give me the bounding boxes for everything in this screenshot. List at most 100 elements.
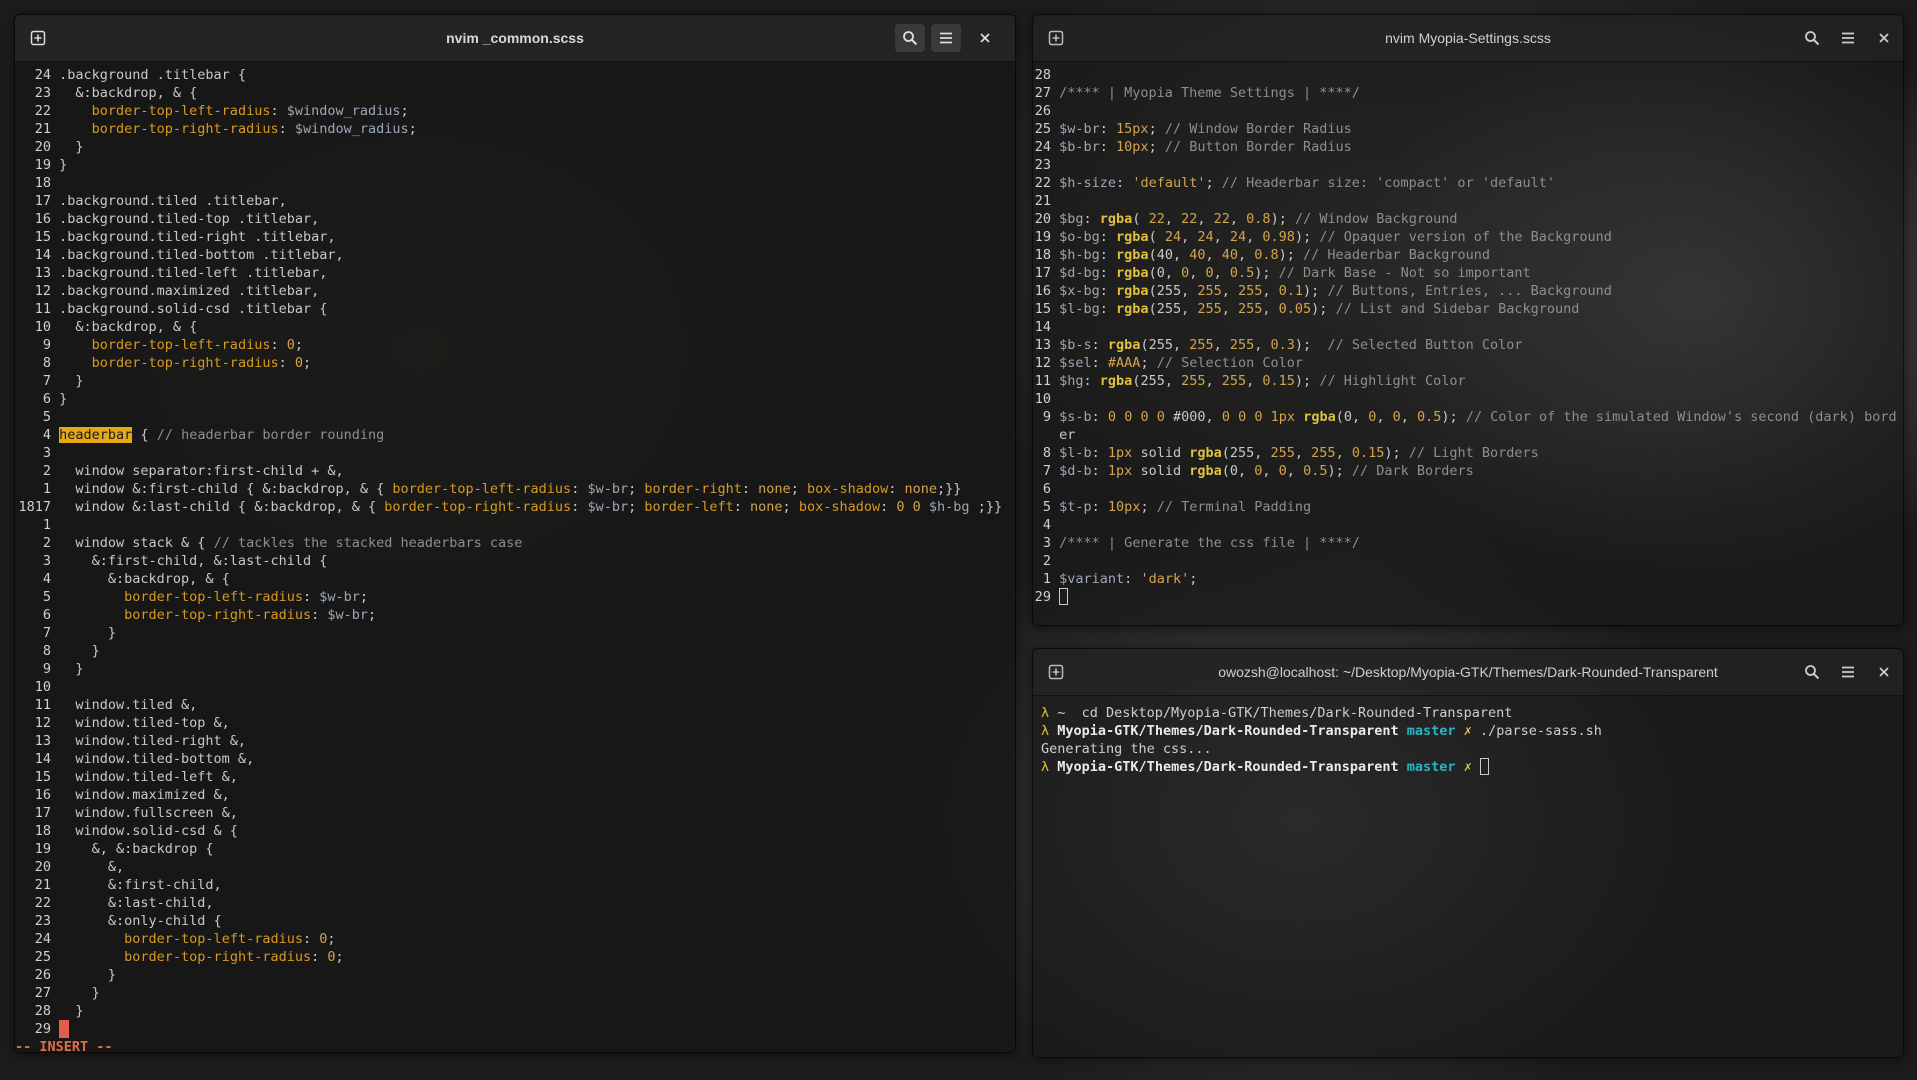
code-line: 19 &, &:backdrop { [15,840,1015,858]
code-text: .background.solid-csd .titlebar { [51,301,328,317]
code-text: window.tiled-top &, [51,715,230,731]
line-number: 17 [1034,265,1051,281]
code-line: 6 border-top-right-radius: $w-br; [15,606,1015,624]
code-line: 29 [15,1020,1015,1038]
search-button[interactable] [1797,658,1827,686]
close-icon [980,33,990,43]
line-number: 28 [1034,67,1051,83]
code-line: 5 border-top-left-radius: $w-br; [15,588,1015,606]
line-number: 6 [1042,481,1051,497]
code-text: $o-bg: rgba( 24, 24, 24, 0.98); // Opaqu… [1059,229,1612,245]
code-line: 20 } [15,138,1015,156]
code-line: 22 border-top-left-radius: $window_radiu… [15,102,1015,120]
line-number: 2 [1042,553,1051,569]
nvim-settings-window[interactable]: nvim Myopia-Settings.scss 28 27 /**** | … [1032,14,1904,626]
code-text: .background.maximized .titlebar, [51,283,320,299]
code-line: 28 } [15,1002,1015,1020]
close-button[interactable] [1869,658,1899,686]
code-text: &:last-child, [51,895,214,911]
menu-button[interactable] [1833,658,1863,686]
line-number: 1817 [18,499,51,515]
code-text: border-top-right-radius: 0; [91,355,312,371]
line-number: 12 [1034,355,1051,371]
code-text: $l-bg: rgba(255, 255, 255, 0.05); // Lis… [1059,301,1580,317]
line-number: 20 [34,859,51,875]
line-number: 3 [1042,535,1051,551]
code-line: 3 /**** | Generate the css file | ****/ [1033,534,1903,552]
window-title: nvim Myopia-Settings.scss [1385,30,1551,46]
close-icon [1879,33,1889,43]
code-line: 27 } [15,984,1015,1002]
close-button[interactable] [970,24,1000,52]
line-number: 9 [42,337,51,353]
code-text: /**** | Generate the css file | ****/ [1059,535,1360,551]
code-line: 17 .background.tiled .titlebar, [15,192,1015,210]
menu-button[interactable] [1833,24,1863,52]
code-text: $b-s: rgba(255, 255, 255, 0.3); // Selec… [1059,337,1523,353]
code-text [1051,588,1069,605]
code-line: 2 window separator:first-child + &, [15,462,1015,480]
line-number: 21 [1034,193,1051,209]
menu-button[interactable] [931,24,961,52]
line-number: 7 [42,625,51,641]
code-line: 5 [15,408,1015,426]
line-number: 24 [1034,139,1051,155]
editor-buffer[interactable]: 24 .background .titlebar {23 &:backdrop,… [15,62,1015,1052]
line-number: 17 [34,805,51,821]
code-text: $sel: #AAA; // Selection Color [1059,355,1304,371]
terminal-cursor [1480,758,1489,775]
line-number: 20 [34,139,51,155]
line-number: 18 [34,823,51,839]
line-number: 5 [42,589,51,605]
line-number: 20 [1034,211,1051,227]
code-text: &, [51,859,125,875]
terminal-line: λ Myopia-GTK/Themes/Dark-Rounded-Transpa… [1041,758,1903,776]
code-text: } [51,625,117,641]
code-text: border-top-right-radius: $w-br; [124,607,377,623]
code-line: 19 } [15,156,1015,174]
line-number: 14 [34,247,51,263]
code-line: 12 .background.maximized .titlebar, [15,282,1015,300]
line-number: 29 [1034,589,1051,605]
line-number: 23 [34,85,51,101]
close-button[interactable] [1869,24,1899,52]
code-line: 9 border-top-left-radius: 0; [15,336,1015,354]
line-number: 8 [42,355,51,371]
prompt-symbol: λ [1041,705,1050,721]
line-number: 29 [34,1021,51,1037]
code-text: } [51,139,84,155]
terminal-window[interactable]: owozsh@localhost: ~/Desktop/Myopia-GTK/T… [1032,648,1904,1058]
line-number: 6 [42,607,51,623]
editor-buffer[interactable]: 28 27 /**** | Myopia Theme Settings | **… [1033,62,1903,606]
line-number: 8 [42,643,51,659]
code-line: 16 window.maximized &, [15,786,1015,804]
code-text: border-top-left-radius: 0; [124,931,336,947]
line-number: 27 [34,985,51,1001]
code-line: 6 } [15,390,1015,408]
line-number: 2 [42,535,51,551]
line-number: 18 [34,175,51,191]
code-text: window &:last-child { &:backdrop, & { bo… [51,499,1003,515]
line-number: 1 [42,517,51,533]
code-line: 13 $b-s: rgba(255, 255, 255, 0.3); // Se… [1033,336,1903,354]
nvim-common-window[interactable]: nvim _common.scss 24 .background .titleb… [14,14,1016,1053]
line-number: 26 [34,967,51,983]
prompt-symbol: λ [1041,723,1050,739]
code-line: 13 .background.tiled-left .titlebar, [15,264,1015,282]
code-text: border-top-right-radius: $window_radius; [91,121,417,137]
command-text: ./parse-sass.sh [1480,723,1602,739]
code-text: window.tiled-left &, [51,769,238,785]
search-button[interactable] [895,24,925,52]
search-button[interactable] [1797,24,1827,52]
line-number: 14 [1034,319,1051,335]
code-text: } [51,643,100,659]
code-text: &:backdrop, & { [51,319,198,335]
code-text: $l-b: 1px solid rgba(255, 255, 255, 0.15… [1059,445,1539,461]
code-line: 17 $d-bg: rgba(0, 0, 0, 0.5); // Dark Ba… [1033,264,1903,282]
terminal-output[interactable]: λ ~ cd Desktop/Myopia-GTK/Themes/Dark-Ro… [1033,696,1903,776]
code-line: 10 [15,678,1015,696]
line-number: 27 [1034,85,1051,101]
